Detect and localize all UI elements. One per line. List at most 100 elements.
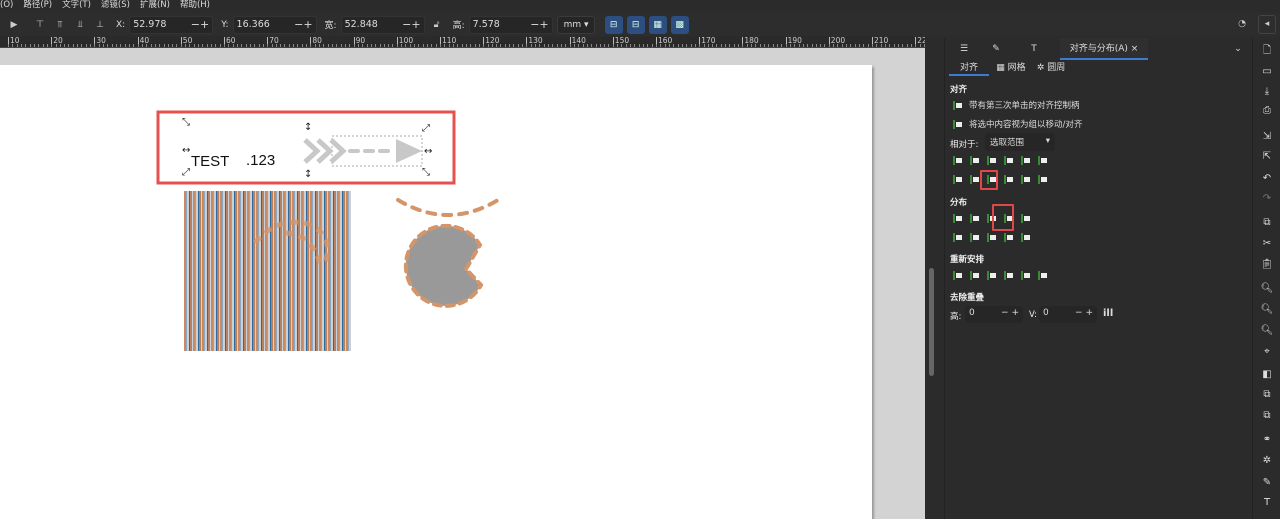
snap-icon[interactable]: ◔ [1234,16,1250,32]
text-font-icon[interactable]: T [1260,496,1274,510]
x-minus[interactable]: − [191,18,200,31]
exchange-selection-icon[interactable] [970,271,980,280]
new-document-icon[interactable]: 🗋︎ [1260,44,1274,58]
move-gradients-icon[interactable]: ▦ [648,15,667,34]
y-field[interactable]: 16.366 −+ [232,15,317,34]
zoom-page-icon[interactable]: 🔍︎ [1260,324,1274,338]
h-gap-field[interactable]: 0− + [965,306,1023,323]
width-value[interactable]: 52.848 [345,19,378,30]
graph-layout-icon[interactable] [953,271,963,280]
y-minus[interactable]: − [294,18,303,31]
text-tab-icon[interactable]: T [1023,38,1045,60]
ungroup-icon[interactable]: ✲ [1260,454,1274,468]
fill-stroke-tab-icon[interactable]: ✎ [985,38,1007,60]
text-123[interactable]: .123 [246,152,275,169]
scrollbar-thumb[interactable] [929,268,934,376]
center-vertical-axis-icon[interactable] [987,156,997,165]
vertical-scrollbar[interactable] [926,48,940,519]
align-left-icon[interactable] [970,156,980,165]
distribute-baseline-icon[interactable] [1021,214,1031,223]
option-treat-as-group[interactable]: 将选中内容视为组以移动/对齐 [953,118,1082,130]
align-baselines-icon[interactable] [1038,175,1048,184]
duplicate-icon[interactable]: ◧ [1260,368,1274,382]
x-plus[interactable]: + [200,18,209,31]
width-field[interactable]: 52.848 −+ [340,15,425,34]
scale-corners-icon[interactable]: ⊟ [626,15,645,34]
option-third-click[interactable]: 带有第三次单击的对齐控制柄 [953,99,1080,111]
lower-icon[interactable]: ⫫ [72,17,88,33]
save-icon[interactable]: ⤓ [1260,85,1274,99]
fill-stroke-icon[interactable]: ✎ [1260,476,1274,490]
w-minus[interactable]: − [402,18,411,31]
height-field[interactable]: 7.578 −+ [468,15,553,34]
paste-icon[interactable]: 📋︎ [1260,258,1274,272]
h-plus[interactable]: + [539,18,548,31]
redo-icon[interactable]: ↷ [1260,192,1274,206]
lower-to-bottom-icon[interactable]: ⊥ [92,17,108,33]
pie-shape[interactable] [403,223,484,308]
import-icon[interactable]: ⇲ [1260,130,1274,144]
subtab-align[interactable]: 对齐 [949,60,989,76]
align-left-anchor-icon[interactable] [1021,156,1031,165]
menu-text[interactable]: 文字(T) [62,0,91,12]
subtab-grid[interactable]: ▦ 网格 [993,60,1029,76]
chevron-arrow[interactable] [303,138,347,164]
copy-icon[interactable]: ⧉ [1260,216,1274,230]
exchange-z-order-icon[interactable] [987,271,997,280]
zoom-selection-icon[interactable]: 🔍︎ [1260,282,1274,296]
subtab-circle[interactable]: ✲ 圆周 [1033,60,1069,76]
v-gap-field[interactable]: 0− + [1039,306,1097,323]
distribute-center-icon[interactable] [970,214,980,223]
layers-tab-icon[interactable]: ☰ [953,38,975,60]
text-test[interactable]: TEST [191,153,229,170]
scale-stroke-icon[interactable]: ⊟ [604,15,623,34]
x-value[interactable]: 52.978 [133,19,166,30]
unit-select[interactable]: mm ▾ [556,15,595,34]
chevron-down-icon[interactable]: ⌄ [1231,38,1245,60]
distribute-bottom-icon[interactable] [987,233,997,242]
y-value[interactable]: 16.366 [237,19,270,30]
raise-icon[interactable]: ⫪ [52,17,68,33]
unlink-clone-icon[interactable]: ⧉ [1260,409,1274,423]
raise-to-top-icon[interactable]: ⊤ [32,17,48,33]
menu-path[interactable]: 路径(P) [23,0,52,12]
distribute-text-vertical-icon[interactable] [1021,233,1031,242]
w-plus[interactable]: + [411,18,420,31]
select-all-icon[interactable]: ▶ [6,17,22,33]
y-plus[interactable]: + [303,18,312,31]
lock-icon[interactable]: 🔓︎ [429,17,445,33]
distribute-top-icon[interactable] [953,233,963,242]
remove-overlap-icon[interactable]: ill [1103,308,1113,319]
menu-extensions[interactable]: 扩展(N) [140,0,170,12]
cut-icon[interactable]: ✂ [1260,237,1274,251]
align-right-anchor-icon[interactable] [953,156,963,165]
x-field[interactable]: 52.978 −+ [129,15,214,34]
exchange-clockwise-icon[interactable] [1004,271,1014,280]
menu-object[interactable]: (O) [0,0,13,12]
distribute-left-icon[interactable] [953,214,963,223]
height-value[interactable]: 7.578 [473,19,500,30]
clone-icon[interactable]: ⧉ [1260,388,1274,402]
print-icon[interactable]: ⎙ [1260,104,1274,118]
close-tab-icon[interactable]: × [1131,44,1139,54]
collapse-commands-icon[interactable]: ◂ [1258,15,1276,34]
menu-filters[interactable]: 滤镜(S) [101,0,130,12]
randomize-icon[interactable] [1021,271,1031,280]
align-right-icon[interactable] [1004,156,1014,165]
align-top-icon[interactable] [970,175,980,184]
align-baseline-text-icon[interactable] [1038,156,1048,165]
group-icon[interactable]: ⚭ [1260,433,1274,447]
canvas[interactable]: ⤡ ↔ ⤢ ↕ ↕ ⤢ ↔ ⤡ TEST .123 [0,48,925,519]
undo-icon[interactable]: ↶ [1260,172,1274,186]
distribute-middle-icon[interactable] [970,233,980,242]
move-patterns-icon[interactable]: ▩ [670,15,689,34]
align-bottom-icon[interactable] [1004,175,1014,184]
dashed-arc[interactable] [396,198,500,217]
align-top-anchor-icon[interactable] [1021,175,1031,184]
distribute-gaps-vertical-icon[interactable] [1004,233,1014,242]
open-icon[interactable]: ▭ [1260,65,1274,79]
menu-help[interactable]: 帮助(H) [180,0,210,12]
zoom-drawing-icon[interactable]: 🔍︎ [1260,303,1274,317]
tab-align-distribute[interactable]: 对齐与分布(A) × [1060,38,1148,60]
zoom-width-icon[interactable]: ⌖ [1260,345,1274,359]
